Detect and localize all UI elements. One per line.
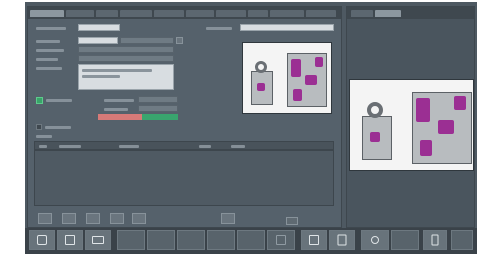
form-field-2-button[interactable] [176, 37, 183, 44]
option-checkbox-2[interactable] [36, 124, 42, 130]
right-tab-1[interactable] [351, 10, 373, 17]
save-icon [276, 235, 286, 245]
display-icon [92, 236, 104, 244]
toolbar-slot-1[interactable] [117, 230, 145, 250]
form-label-3 [36, 49, 64, 52]
clip-large-1 [416, 98, 430, 122]
display-button[interactable] [85, 230, 111, 250]
table-header-1 [39, 145, 47, 148]
clip-4 [315, 57, 323, 67]
form-label-1 [36, 27, 66, 30]
ring-handle [255, 61, 267, 73]
right-tab-2[interactable] [375, 10, 401, 17]
option-row2-field[interactable] [138, 105, 178, 112]
toolbar-slot-5[interactable] [237, 230, 265, 250]
notes-line-1 [82, 69, 152, 72]
clip-3 [293, 89, 302, 101]
form-field-3[interactable] [78, 46, 174, 53]
left-panel [27, 6, 342, 228]
form-right-field[interactable] [240, 24, 334, 31]
person-button[interactable] [361, 230, 389, 250]
tab-4[interactable] [120, 10, 152, 17]
form-label-2 [36, 40, 60, 43]
option-checkbox-label [46, 99, 72, 102]
camera-button[interactable] [29, 230, 55, 250]
form-label-5 [36, 67, 62, 70]
tab-1[interactable] [30, 10, 64, 17]
export-button[interactable] [301, 230, 327, 250]
nav-button-2[interactable] [62, 213, 76, 224]
tab-10[interactable] [306, 10, 336, 17]
clip-5 [257, 83, 265, 91]
form-field-4[interactable] [78, 55, 174, 62]
document-button[interactable] [329, 230, 355, 250]
nav-button-1[interactable] [38, 213, 52, 224]
nav-button-5[interactable] [132, 213, 146, 224]
toolbar-slot-8[interactable] [451, 230, 473, 250]
tab-9[interactable] [270, 10, 304, 17]
form-field-2[interactable] [78, 37, 118, 44]
print-button[interactable] [57, 230, 83, 250]
right-panel [346, 6, 475, 228]
tab-5[interactable] [154, 10, 184, 17]
tab-3[interactable] [96, 10, 118, 17]
clip-large-5 [370, 132, 380, 142]
toolbar-slot-7[interactable] [391, 230, 419, 250]
table-header-2 [59, 145, 81, 148]
status-bar-error [98, 114, 142, 120]
phone-button[interactable] [423, 230, 447, 250]
table-header-4 [199, 145, 211, 148]
object-thumbnail [242, 42, 332, 114]
app-window [25, 2, 477, 254]
option-checkbox[interactable] [36, 97, 43, 104]
object-image-large [349, 79, 474, 171]
toolbar-slot-2[interactable] [147, 230, 175, 250]
nav-button-6[interactable] [221, 213, 235, 224]
toolbar-slot-3[interactable] [177, 230, 205, 250]
print-icon [65, 235, 75, 245]
table-title [36, 135, 52, 138]
camera-icon [37, 235, 47, 245]
export-icon [309, 235, 319, 245]
form-field-2b[interactable] [120, 37, 174, 44]
tab-6[interactable] [186, 10, 214, 17]
toolbar-slot-6[interactable] [267, 230, 295, 250]
toolbar-slot-4[interactable] [207, 230, 235, 250]
table-header-5 [231, 145, 245, 148]
nav-button-3[interactable] [86, 213, 100, 224]
left-tab-bar [28, 7, 341, 19]
image-viewer[interactable] [347, 19, 474, 227]
notes-textarea[interactable] [78, 64, 174, 90]
clip-2 [305, 75, 317, 85]
person-icon [371, 236, 379, 244]
ring-handle-large [367, 102, 383, 118]
form-label-4 [36, 58, 58, 61]
form-right-label [206, 27, 232, 30]
nav-button-4[interactable] [110, 213, 124, 224]
phone-icon [431, 234, 439, 246]
option-row2-label [104, 108, 128, 111]
notes-line-2 [82, 75, 120, 78]
tab-2[interactable] [66, 10, 94, 17]
table-header [34, 141, 334, 150]
tab-8[interactable] [248, 10, 268, 17]
nav-button-7[interactable] [286, 217, 298, 225]
tab-7[interactable] [216, 10, 246, 17]
status-bar-ok [142, 114, 178, 120]
table-body[interactable] [34, 150, 334, 206]
option-row1-field[interactable] [138, 96, 178, 103]
option-row1-label [104, 99, 134, 102]
right-tab-bar [347, 7, 474, 19]
document-icon [337, 234, 347, 246]
clip-large-4 [454, 96, 466, 110]
clip-1 [291, 59, 301, 77]
table-header-3 [119, 145, 139, 148]
option-checkbox-2-label [45, 126, 71, 129]
clip-large-3 [420, 140, 432, 156]
clip-large-2 [438, 120, 454, 134]
form-field-1[interactable] [78, 24, 120, 31]
